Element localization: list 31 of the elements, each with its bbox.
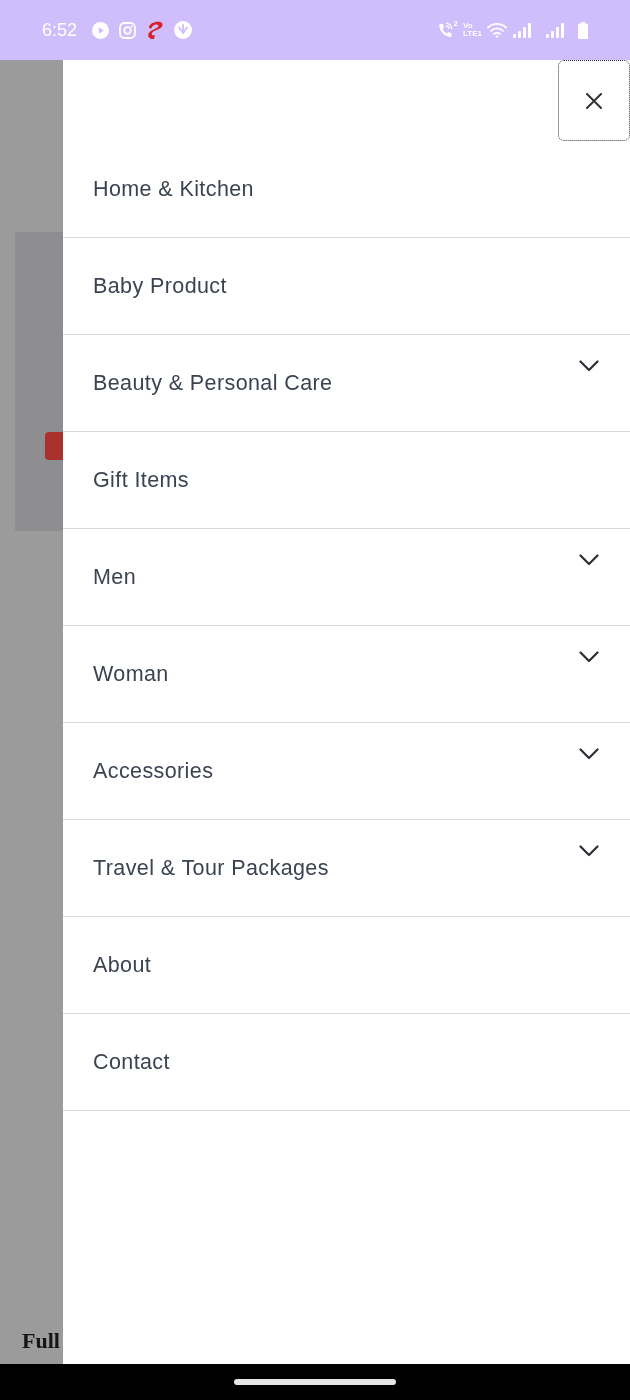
menu-item[interactable]: About [63, 917, 630, 1014]
menu-item[interactable]: Gift Items [63, 432, 630, 529]
page-heading-text: Full [22, 1330, 61, 1352]
sim-number-label: 2 [453, 20, 459, 28]
phone-wifi-icon [437, 22, 453, 38]
close-icon [586, 92, 602, 109]
network-label: LTE1 [463, 30, 482, 38]
menu-item[interactable]: Woman [63, 626, 630, 723]
menu-item[interactable]: Beauty & Personal Care [63, 335, 630, 432]
chevron-down-icon[interactable] [579, 554, 599, 566]
menu-item[interactable]: Contact [63, 1014, 630, 1111]
wifi-icon [487, 22, 507, 38]
status-time: 6:52 [42, 21, 78, 39]
camera-square-icon [119, 21, 137, 39]
chevron-down-icon[interactable] [579, 845, 599, 857]
network-label: Vo [463, 22, 473, 30]
circle-down-icon [174, 21, 193, 39]
signal-icon [512, 21, 532, 39]
banner-tag [45, 432, 63, 460]
play-circle-icon [92, 21, 110, 39]
chevron-down-icon[interactable] [579, 748, 599, 760]
menu-item[interactable]: Home & Kitchen [63, 141, 630, 238]
menu-item[interactable]: Baby Product [63, 238, 630, 335]
signal-icon [545, 21, 565, 39]
chevron-down-icon[interactable] [579, 651, 599, 663]
chevron-down-icon[interactable] [579, 360, 599, 372]
menu-item[interactable]: Accessories [63, 723, 630, 820]
battery-icon [578, 21, 588, 39]
menu-item[interactable]: Men [63, 529, 630, 626]
menu-item[interactable]: Travel & Tour Packages [63, 820, 630, 917]
swoosh-icon [146, 20, 165, 40]
